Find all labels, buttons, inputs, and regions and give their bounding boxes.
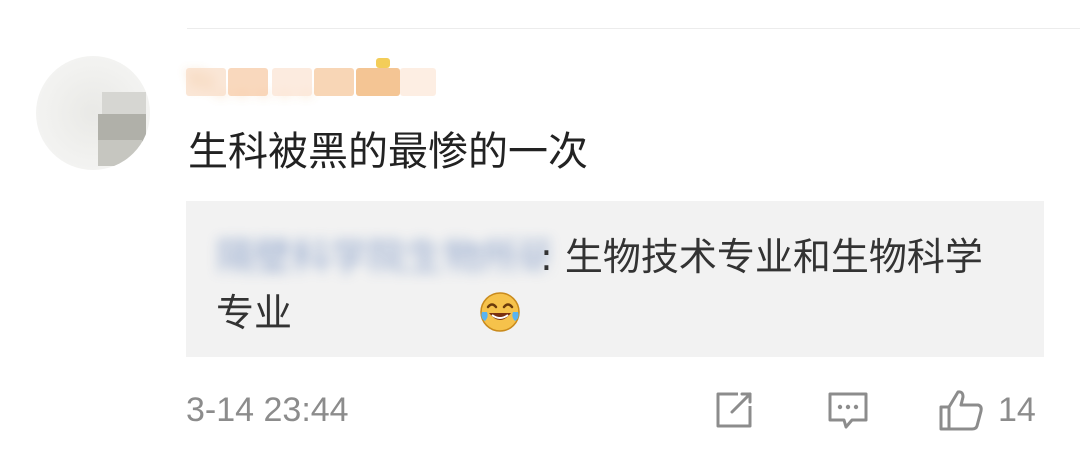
like-count: 14 bbox=[998, 390, 1036, 429]
comment-button[interactable] bbox=[826, 388, 870, 432]
share-button[interactable] bbox=[712, 388, 756, 432]
thumbs-up-icon bbox=[939, 390, 983, 431]
avatar-pixel bbox=[98, 114, 146, 142]
share-icon bbox=[716, 392, 752, 428]
comment-icon bbox=[828, 392, 868, 429]
quote-author[interactable]: 隔壁科学院生物所研究员 bbox=[216, 231, 550, 275]
quote-text-line1: : 生物技术专业和生物科学 bbox=[540, 235, 983, 279]
like-button[interactable]: 14 bbox=[938, 388, 1036, 432]
timestamp: 3-14 23:44 bbox=[186, 391, 349, 429]
comment-text: 生科被黑的最惨的一次 bbox=[188, 129, 588, 175]
quoted-comment[interactable]: 隔壁科学院生物所研究员 : 生物技术专业和生物科学 专业 bbox=[186, 201, 1044, 357]
avatar-pixel bbox=[102, 92, 146, 116]
avatar[interactable] bbox=[36, 56, 150, 170]
top-divider bbox=[187, 28, 1080, 29]
laughing-crying-emoji-icon bbox=[480, 292, 520, 332]
username-mosaic bbox=[186, 58, 440, 102]
quote-text-line2: 专业 bbox=[216, 291, 293, 335]
avatar-pixel bbox=[98, 140, 142, 166]
